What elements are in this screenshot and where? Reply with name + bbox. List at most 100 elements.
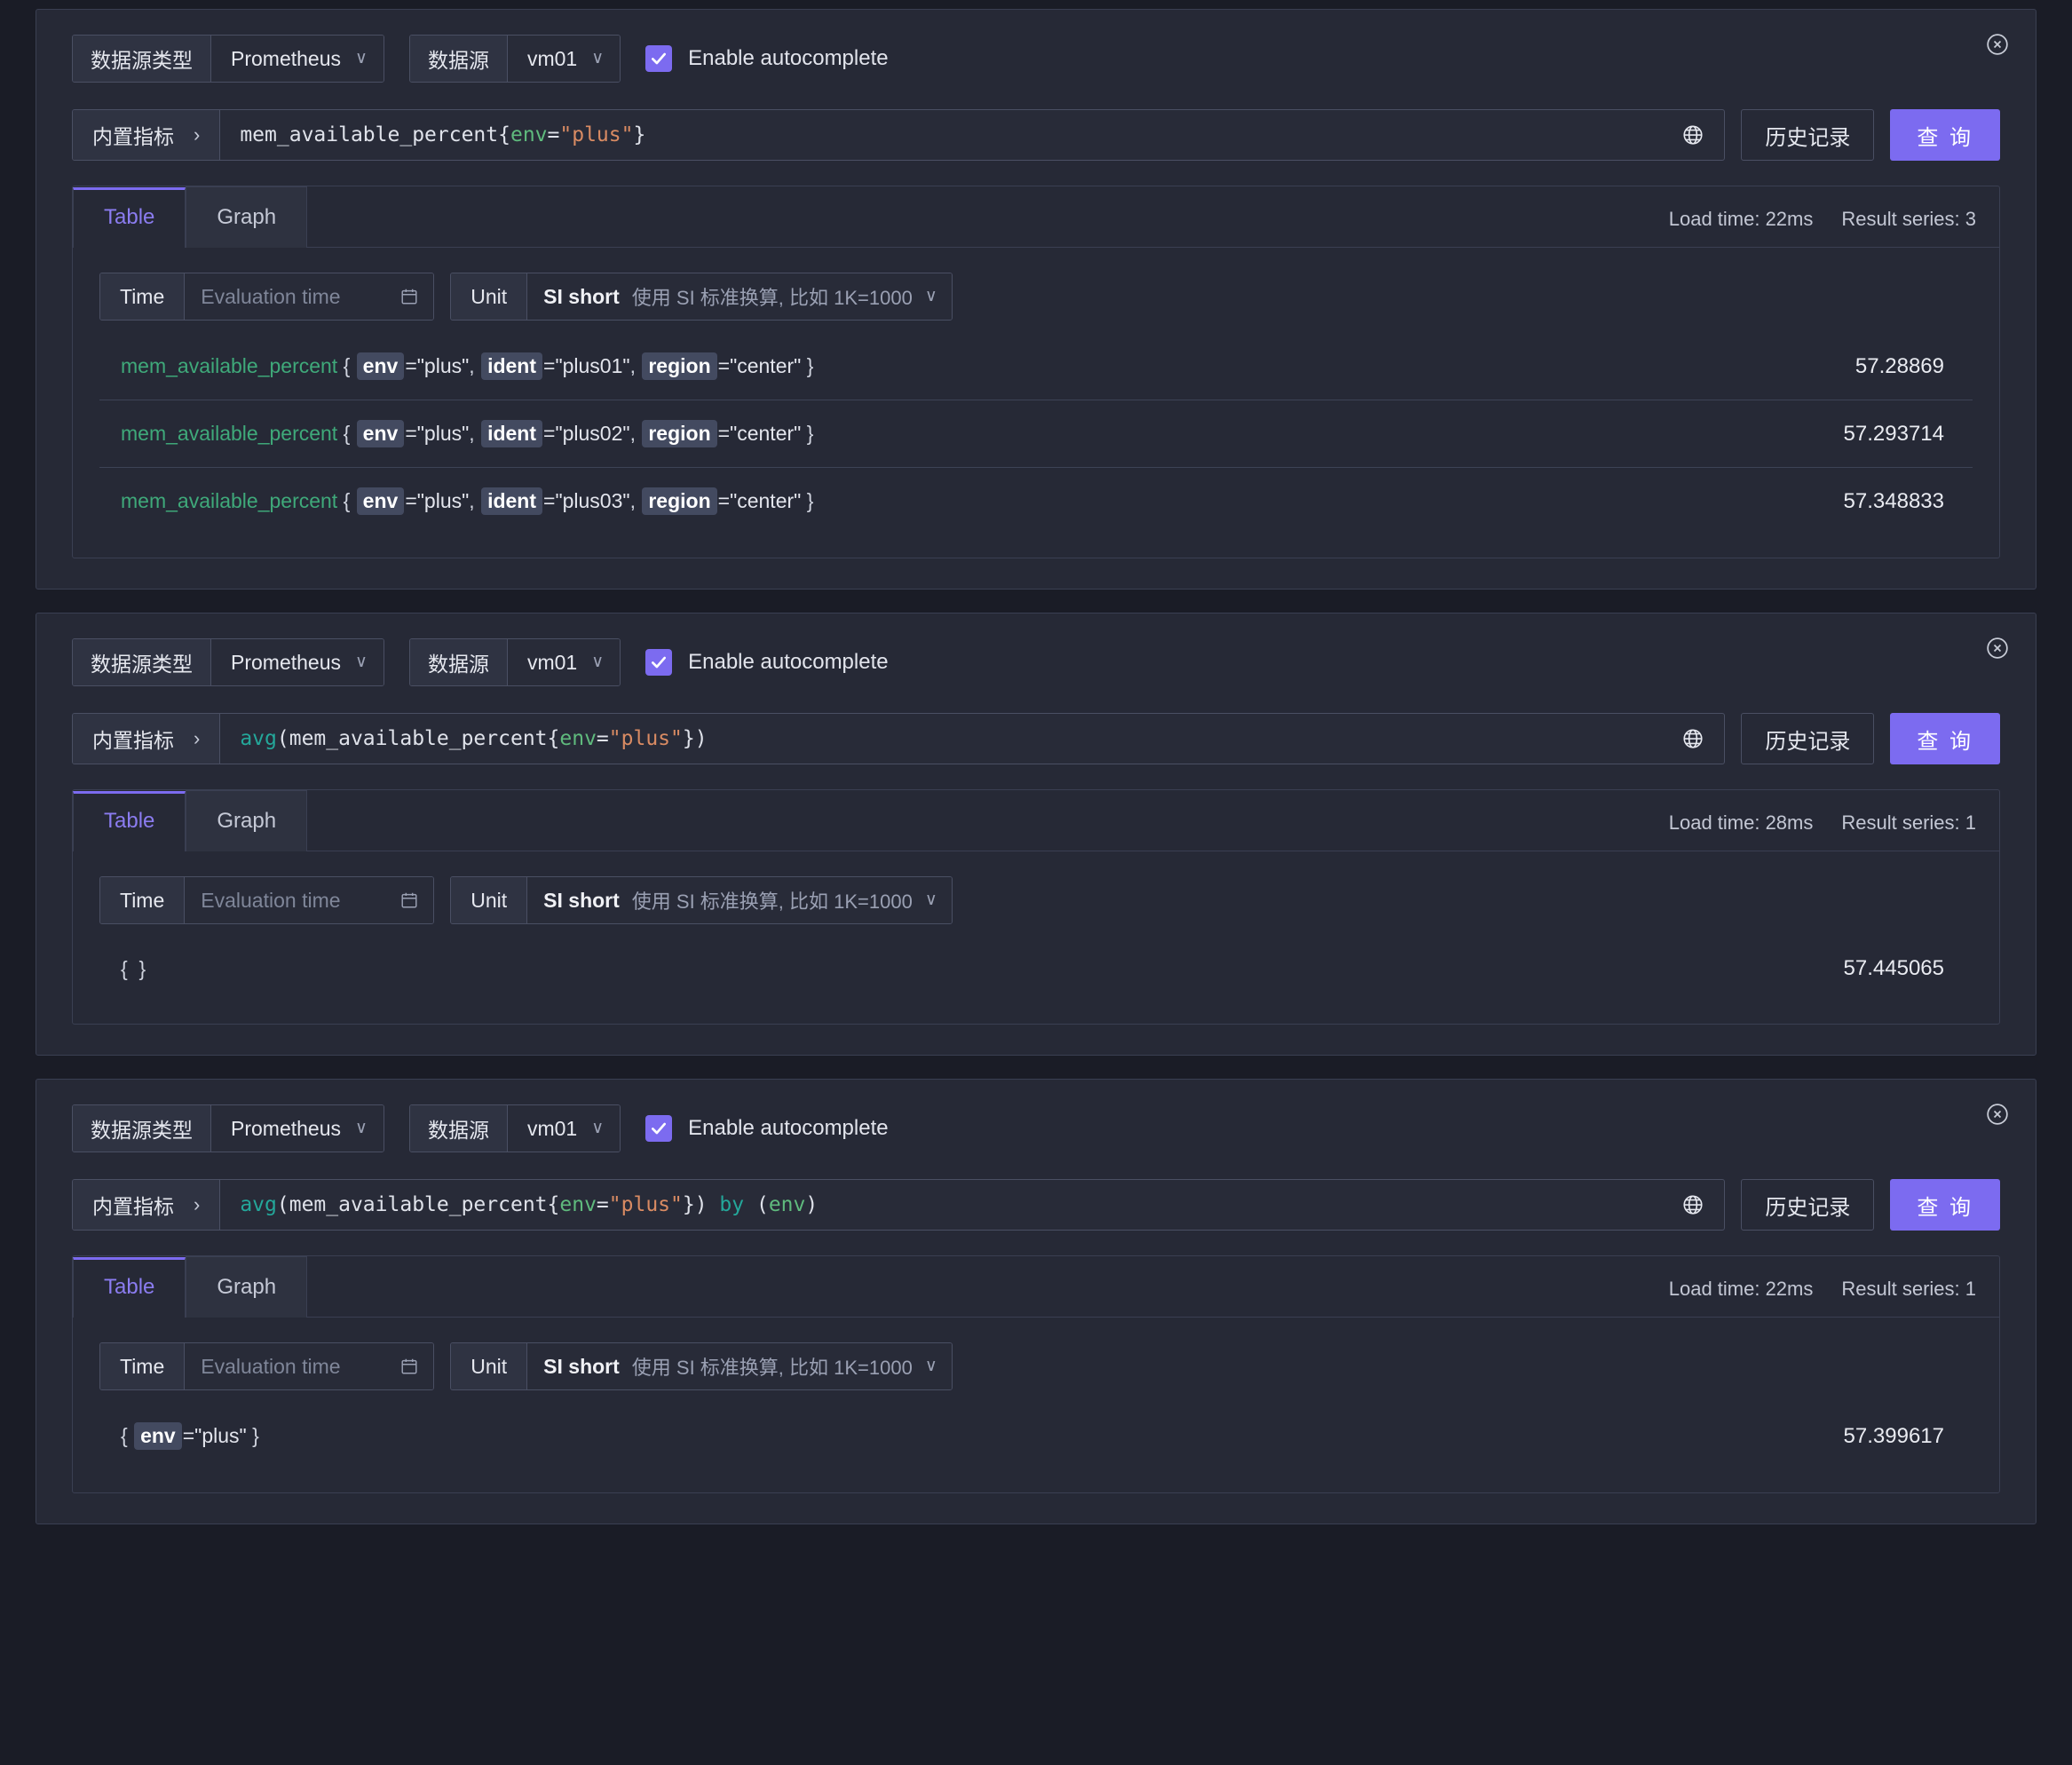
history-button[interactable]: 历史记录 [1741, 713, 1875, 764]
run-query-button[interactable]: 查 询 [1890, 713, 2000, 764]
chevron-down-icon: ∨ [355, 1118, 368, 1137]
result-series-count: Result series: 3 [1841, 208, 1976, 230]
calendar-icon[interactable] [399, 1357, 419, 1376]
open-brace: { [121, 1424, 134, 1447]
datasource-type-value: Prometheus [231, 46, 342, 70]
label-value: "center" [730, 422, 802, 445]
tab-table[interactable]: Table [73, 791, 186, 851]
calendar-icon[interactable] [399, 890, 419, 910]
load-time: Load time: 28ms [1668, 811, 1814, 834]
tabs: Table Graph [73, 1256, 308, 1318]
checkmark-icon [645, 45, 673, 72]
unit-select[interactable]: SI short 使用 SI 标准换算, 比如 1K=1000 ∨ [527, 877, 952, 923]
close-circle-icon[interactable] [1986, 33, 2009, 56]
unit-control: Unit SI short 使用 SI 标准换算, 比如 1K=1000 ∨ [450, 876, 953, 924]
datasource-type-label: 数据源类型 [73, 1105, 211, 1152]
time-label: Time [100, 273, 186, 320]
close-circle-icon[interactable] [1986, 1103, 2009, 1126]
query-row: 内置指标 › avg (mem_available_percent{env = "plus… [72, 713, 2000, 764]
equals: = [543, 422, 556, 445]
time-label: Time [100, 1343, 186, 1389]
datasource-select[interactable]: vm01 ∨ [507, 36, 621, 82]
globe-icon[interactable] [1673, 1180, 1724, 1230]
datasource-type-select[interactable]: Prometheus ∨ [211, 639, 384, 685]
label-value: "plus01" [555, 354, 630, 377]
evaluation-time-input[interactable]: Evaluation time [185, 273, 434, 320]
label-key: env [134, 1422, 182, 1450]
query-input-group: 内置指标 › mem_available_percent{env = "plus"} [72, 109, 1726, 161]
open-brace: { [343, 489, 356, 512]
open-brace: { [343, 422, 356, 445]
chevron-right-icon: › [194, 727, 201, 749]
chevron-down-icon: ∨ [591, 652, 605, 671]
query-expression-input[interactable]: mem_available_percent{env = "plus"} [220, 110, 1673, 160]
datasource-value: vm01 [526, 46, 578, 70]
result-series-count: Result series: 1 [1841, 1278, 1976, 1300]
builtin-metrics-button[interactable]: 内置指标 › [73, 110, 221, 160]
datasource-combo: 数据源 vm01 ∨ [408, 1104, 621, 1152]
query-workspace: 数据源类型 Prometheus ∨ 数据源 vm01 ∨ Enable autocompl… [0, 0, 2072, 1765]
tabs-bar: Table Graph Load time: 22ms Result series: … [73, 1256, 1999, 1318]
query-expression-input[interactable]: avg (mem_available_percent{env = "plus"}) [220, 714, 1673, 764]
datasource-combo: 数据源 vm01 ∨ [408, 35, 621, 83]
query-input-group: 内置指标 › avg (mem_available_percent{env = "plus… [72, 713, 1726, 764]
datasource-type-select[interactable]: Prometheus ∨ [211, 36, 384, 82]
history-button[interactable]: 历史记录 [1741, 1179, 1875, 1231]
chevron-down-icon: ∨ [355, 652, 368, 671]
autocomplete-checkbox[interactable]: Enable autocomplete [645, 1115, 889, 1142]
tab-table[interactable]: Table [73, 187, 186, 248]
evaluation-time-input[interactable]: Evaluation time [185, 877, 434, 923]
query-expression-input[interactable]: avg (mem_available_percent{env = "plus"}) b… [220, 1180, 1673, 1230]
datasource-row: 数据源类型 Prometheus ∨ 数据源 vm01 ∨ Enable autocompl… [72, 638, 2000, 686]
history-button[interactable]: 历史记录 [1741, 109, 1875, 161]
result-card: Table Graph Load time: 22ms Result series: … [72, 1255, 2000, 1493]
close-brace: } [801, 489, 814, 512]
evaluation-time-input[interactable]: Evaluation time [185, 1343, 434, 1389]
result-rows: mem_available_percent { env = "plus", iden… [73, 329, 1999, 558]
autocomplete-checkbox[interactable]: Enable autocomplete [645, 45, 889, 72]
datasource-value: vm01 [526, 650, 578, 674]
label-key: ident [481, 420, 543, 447]
run-query-button[interactable]: 查 询 [1890, 109, 2000, 161]
datasource-select[interactable]: vm01 ∨ [507, 639, 621, 685]
query-row: 内置指标 › avg (mem_available_percent{env = "plus… [72, 1179, 2000, 1231]
expr-token: env [559, 727, 597, 750]
label-value: "plus" [194, 1424, 247, 1447]
unit-select[interactable]: SI short 使用 SI 标准换算, 比如 1K=1000 ∨ [527, 1343, 952, 1389]
label-value: "center" [730, 489, 802, 512]
equals: = [543, 354, 556, 377]
comma: , [469, 354, 481, 377]
chevron-down-icon: ∨ [924, 1356, 937, 1375]
metric-name: mem_available_percent [121, 354, 338, 377]
controls-row: Time Evaluation time Unit SI short 使用 SI 标准换… [73, 1318, 1999, 1399]
load-time: Load time: 22ms [1668, 1278, 1814, 1300]
globe-icon[interactable] [1673, 714, 1724, 764]
unit-select[interactable]: SI short 使用 SI 标准换算, 比如 1K=1000 ∨ [527, 273, 952, 320]
close-circle-icon[interactable] [1986, 637, 2009, 660]
datasource-type-select[interactable]: Prometheus ∨ [211, 1105, 384, 1152]
builtin-metrics-button[interactable]: 内置指标 › [73, 714, 221, 764]
calendar-icon[interactable] [399, 287, 419, 306]
unit-label: Unit [451, 1343, 528, 1389]
run-query-button[interactable]: 查 询 [1890, 1179, 2000, 1231]
equals: = [405, 422, 417, 445]
label-value: "plus" [416, 422, 470, 445]
expr-token: env [768, 1193, 806, 1216]
series-label: { } [121, 957, 146, 981]
expr-token: }) [682, 727, 708, 750]
tab-graph[interactable]: Graph [186, 186, 308, 248]
open-brace: { [121, 956, 134, 980]
tab-graph[interactable]: Graph [186, 790, 308, 851]
tab-table[interactable]: Table [73, 1257, 186, 1318]
globe-icon[interactable] [1673, 110, 1724, 160]
checkmark-icon [645, 1115, 673, 1142]
datasource-select[interactable]: vm01 ∨ [507, 1105, 621, 1152]
datasource-label: 数据源 [409, 36, 508, 82]
expr-token: (mem_available_percent{ [276, 727, 560, 750]
tab-graph[interactable]: Graph [186, 1256, 308, 1318]
result-value: 57.28869 [1855, 353, 1944, 378]
expr-token: env [510, 123, 548, 146]
autocomplete-checkbox[interactable]: Enable autocomplete [645, 649, 889, 676]
controls-row: Time Evaluation time Unit SI short 使用 SI 标准换… [73, 248, 1999, 329]
builtin-metrics-button[interactable]: 内置指标 › [73, 1180, 221, 1230]
